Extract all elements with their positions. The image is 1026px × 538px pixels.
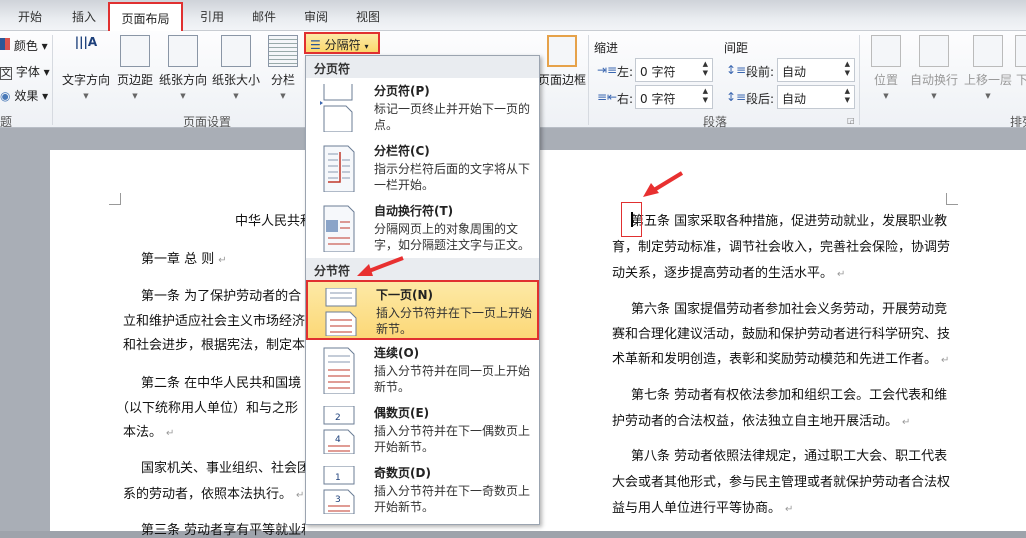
columns-button[interactable]: 分栏 ▼: [266, 35, 300, 100]
annotation-arrow-icon: [357, 256, 404, 276]
fonts-icon: 文: [0, 67, 12, 80]
annotation-arrow-icon: [643, 171, 684, 197]
indent-label: 缩进: [594, 41, 619, 55]
tab-review[interactable]: 审阅: [304, 8, 328, 25]
paragraph-line: 育，制定劳动标准，调节社会收入，完善社会保险，协调劳: [612, 240, 951, 255]
svg-text:3: 3: [335, 495, 341, 505]
menu-item-text-wrapping-break[interactable]: 自动换行符(T) 分隔网页上的对象周围的文字，如分隔题注文字与正文。: [306, 198, 539, 258]
indent-right-icon: ≡⇤: [597, 90, 618, 104]
paragraph-line: 赛和合理化建议活动，鼓励和保护劳动者进行科学研究、技: [612, 327, 951, 342]
breaks-icon: ☰: [310, 38, 321, 52]
tab-insert[interactable]: 插入: [72, 8, 96, 25]
paragraph-line: 术革新和发明创造，表彰和奖励劳动模范和先进工作者。 ↵: [612, 352, 950, 367]
paper-size-icon: [221, 35, 251, 67]
section-breaks-header: 分节符: [306, 258, 539, 280]
spinner-icon: ▲ ▼: [844, 60, 850, 77]
paragraph-line: 立和维护适应社会主义市场经济: [123, 314, 305, 329]
spacing-label: 间距: [724, 41, 749, 55]
tab-home[interactable]: 开始: [18, 8, 42, 25]
paragraph-line: 和社会进步，根据宪法，制定本: [123, 338, 305, 353]
indent-right-label: 右:: [617, 92, 634, 106]
next-page-icon: [325, 288, 357, 336]
page-break-icon: [320, 84, 353, 132]
paragraph-line: 国家机关、事业组织、社会团: [141, 461, 305, 476]
wrap-text-icon: [919, 35, 949, 67]
svg-text:2: 2: [335, 413, 341, 423]
orientation-icon: [168, 35, 198, 67]
menu-item-continuous[interactable]: 连续(O) 插入分节符并在同一页上开始新节。: [306, 340, 539, 400]
tab-references[interactable]: 引用: [200, 8, 224, 25]
paragraph-line: （以下统称用人单位）和与之形: [116, 401, 299, 416]
page-borders-icon: [547, 35, 577, 67]
paragraph-line: 第二条 在中华人民共和国境: [141, 376, 302, 391]
tab-view[interactable]: 视图: [356, 8, 380, 25]
continuous-icon: [323, 347, 355, 394]
indent-right-input[interactable]: 0 字符 ▲ ▼: [635, 85, 713, 109]
theme-fonts-button[interactable]: 文 字体 ▾: [0, 63, 50, 80]
effects-icon: ◉: [0, 89, 11, 103]
indent-left-label: 左:: [617, 65, 634, 79]
margins-icon: [120, 35, 150, 67]
menu-item-odd-page[interactable]: 13 奇数页(D) 插入分节符并在下一奇数页上开始新节。: [306, 460, 539, 520]
svg-text:4: 4: [335, 435, 341, 445]
column-break-icon: [323, 145, 355, 192]
text-direction-icon: |||A: [74, 35, 98, 49]
paragraph-line: 第八条 劳动者依照法律规定，通过职工大会、职工代表: [631, 449, 948, 464]
spacing-before-icon: ↕≡: [726, 63, 747, 77]
theme-colors-button[interactable]: 颜色 ▾: [0, 37, 48, 54]
paragraph-line: 第三条 劳动者享有平等就业和选择职业的权利、取得劳: [141, 523, 305, 538]
page-breaks-header: 分页符: [306, 56, 539, 78]
menu-item-even-page[interactable]: 24 偶数页(E) 插入分节符并在下一偶数页上开始新节。: [306, 400, 539, 460]
paragraph-line: 本法。 ↵: [123, 425, 175, 440]
paragraph-line: 益与用人单位进行平等协商。 ↵: [612, 501, 794, 516]
menu-item-column-break[interactable]: 分栏符(C) 指示分栏符后面的文字将从下一栏开始。: [306, 138, 539, 198]
spacing-before-input[interactable]: 自动 ▲ ▼: [777, 58, 855, 82]
svg-text:1: 1: [335, 473, 341, 483]
wrap-text-button[interactable]: 自动换行 ▼: [906, 35, 962, 100]
bring-forward-button[interactable]: 上移一层 ▼: [962, 35, 1014, 100]
send-backward-button[interactable]: 下: [1015, 35, 1026, 88]
paragraph-line: 第七条 劳动者有权依法参加和组织工会。工会代表和维: [631, 388, 948, 403]
indent-left-icon: ⇥≡: [597, 63, 618, 77]
indent-left-input[interactable]: 0 字符 ▲ ▼: [635, 58, 713, 82]
position-button[interactable]: 位置 ▼: [866, 35, 906, 100]
menu-item-page-break[interactable]: 分页符(P) 标记一页终止并开始下一页的点。: [306, 78, 539, 138]
spinner-icon: ▲ ▼: [702, 60, 708, 77]
page-borders-button[interactable]: 页面边框: [538, 35, 586, 88]
paragraph-line: 第一条 为了保护劳动者的合: [141, 289, 302, 304]
spacing-after-input[interactable]: 自动 ▲ ▼: [777, 85, 855, 109]
menu-item-next-page[interactable]: 下一页(N) 插入分节符并在下一页上开始新节。: [306, 280, 539, 340]
position-icon: [871, 35, 901, 67]
bring-forward-icon: [973, 35, 1003, 67]
size-button[interactable]: 纸张大小 ▼: [210, 35, 262, 100]
paragraph-line: 系的劳动者，依照本法执行。 ↵: [123, 487, 305, 502]
doc-title: 中华人民共和: [235, 214, 305, 229]
orientation-button[interactable]: 纸张方向 ▼: [157, 35, 209, 100]
theme-effects-button[interactable]: ◉ 效果 ▾: [0, 87, 48, 104]
even-page-icon: 24: [323, 406, 355, 454]
breaks-dropdown-menu: 分页符 分页符(P) 标记一页终止并开始下一页的点。 分栏符(C) 指示分栏符后面的…: [305, 55, 540, 525]
spacing-after-label: 段后:: [746, 92, 775, 106]
breaks-button[interactable]: ☰ 分隔符 ▾: [304, 32, 380, 54]
text-direction-button[interactable]: |||A 文字方向 ▼: [60, 35, 112, 100]
paragraph-line: 大会或者其他形式，参与民主管理或者就保护劳动者合法权: [612, 475, 951, 490]
paragraph-line: 动关系，逐步提高劳动者的生活水平。 ↵: [612, 266, 846, 281]
paragraph-line: 第五条 国家采取各种措施，促进劳动就业，发展职业教: [631, 214, 948, 229]
colors-icon: [0, 38, 10, 50]
spacing-before-label: 段前:: [746, 65, 775, 79]
tab-page-layout[interactable]: 页面布局: [108, 2, 183, 31]
text-wrapping-icon: [323, 205, 355, 252]
paragraph-line: 第六条 国家提倡劳动者参加社会义务劳动，开展劳动竞: [631, 302, 948, 317]
dialog-launcher-icon[interactable]: ◲: [847, 116, 855, 125]
paragraph-line: 护劳动者的合法权益，依法独立自主地开展活动。 ↵: [612, 414, 911, 429]
margins-button[interactable]: 页边距 ▼: [114, 35, 156, 100]
text-cursor: [631, 212, 633, 227]
columns-icon: [268, 35, 298, 67]
tab-mailings[interactable]: 邮件: [252, 8, 276, 25]
spinner-icon: ▲ ▼: [844, 87, 850, 104]
chapter-heading: 第一章 总 则 ↵: [141, 252, 227, 267]
spacing-after-icon: ↕≡: [726, 90, 747, 104]
spinner-icon: ▲ ▼: [702, 87, 708, 104]
odd-page-icon: 13: [323, 466, 355, 514]
